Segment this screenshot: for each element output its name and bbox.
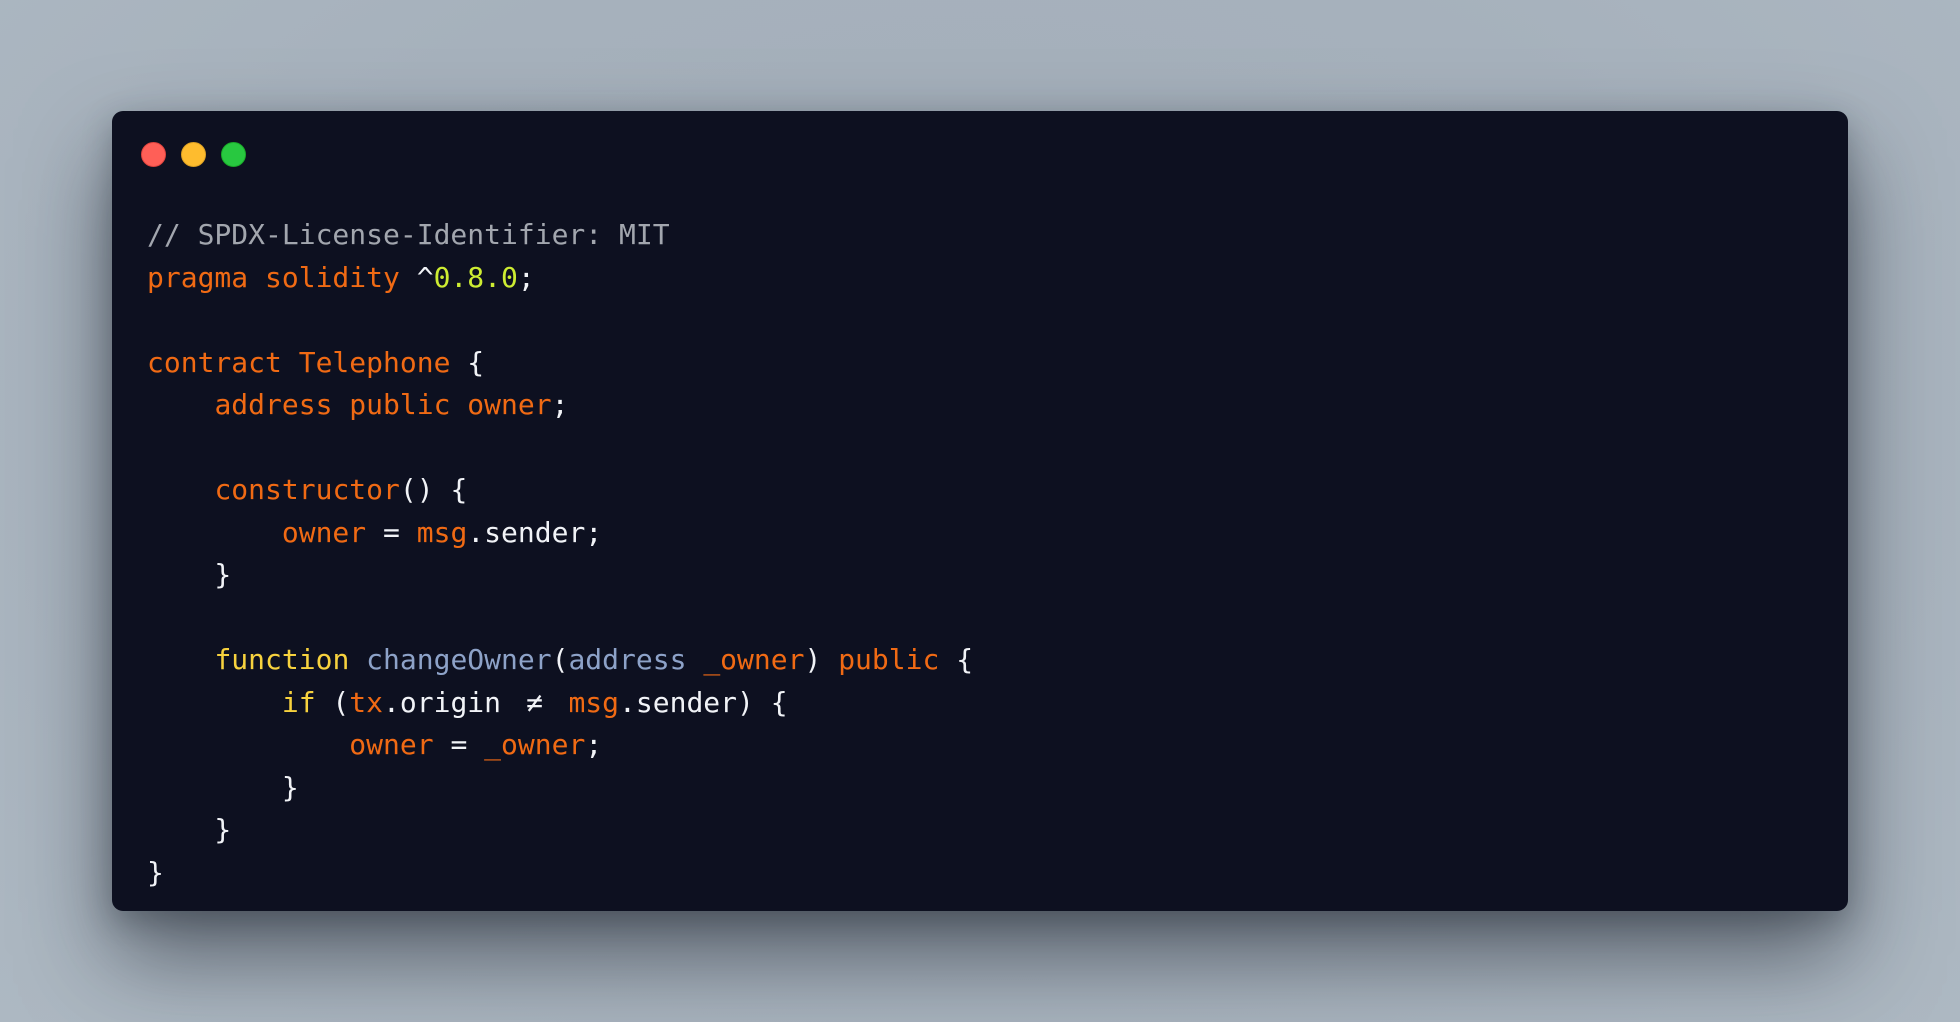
code-line: } bbox=[147, 554, 973, 597]
code-token: pragma solidity bbox=[147, 260, 417, 294]
code-line: // SPDX-License-Identifier: MIT bbox=[147, 214, 973, 257]
code-line: } bbox=[147, 767, 973, 810]
minimize-dot-icon[interactable] bbox=[181, 142, 206, 167]
code-token: address bbox=[568, 643, 687, 676]
code-token: { bbox=[467, 345, 485, 379]
code-token: msg bbox=[568, 685, 620, 719]
code-token: owner bbox=[349, 728, 434, 761]
code-token: contract Telephone bbox=[147, 345, 468, 379]
code-token: } bbox=[147, 813, 232, 846]
code-token: owner bbox=[281, 515, 367, 549]
code-token: } bbox=[147, 855, 164, 889]
not-equal-operator: ≠ bbox=[526, 685, 544, 719]
code-line: } bbox=[147, 809, 973, 852]
window-controls bbox=[141, 142, 246, 167]
code-token: ; bbox=[517, 260, 535, 294]
code-token: ; bbox=[585, 728, 603, 761]
code-token: } bbox=[147, 770, 299, 804]
code-token: msg bbox=[416, 515, 468, 549]
code-line: owner = msg.sender; bbox=[147, 512, 973, 555]
code-token: ; bbox=[551, 388, 569, 421]
code-line: } bbox=[147, 852, 973, 895]
code-token: } bbox=[147, 558, 232, 591]
code-window: // SPDX-License-Identifier: MIT pragma so… bbox=[112, 111, 1848, 911]
code-token: function bbox=[214, 643, 350, 676]
code-token: ^ bbox=[416, 260, 434, 294]
code-token: // SPDX-License-Identifier: MIT bbox=[147, 218, 670, 251]
code-block: // SPDX-License-Identifier: MIT pragma so… bbox=[147, 214, 973, 894]
code-line: address public owner; bbox=[147, 384, 973, 427]
code-token: = bbox=[433, 728, 485, 761]
code-line: owner = _owner; bbox=[147, 724, 973, 767]
code-line: contract Telephone { bbox=[147, 342, 973, 385]
code-token: ( bbox=[551, 643, 569, 676]
code-line: if (tx.origin ≠ msg.sender) { bbox=[147, 682, 973, 725]
code-token: tx bbox=[349, 685, 384, 719]
code-line: constructor() { bbox=[147, 469, 973, 512]
code-token: .origin bbox=[383, 685, 518, 719]
code-token: ( bbox=[315, 685, 350, 719]
code-line: pragma solidity ^0.8.0; bbox=[147, 257, 973, 300]
code-token: _owner bbox=[703, 643, 805, 676]
code-token: () { bbox=[399, 473, 468, 506]
code-token: public bbox=[838, 643, 940, 676]
code-token: address public owner bbox=[214, 388, 552, 421]
maximize-dot-icon[interactable] bbox=[221, 142, 246, 167]
code-token: if bbox=[281, 685, 316, 719]
code-token: changeOwner bbox=[366, 643, 552, 676]
code-token: 0.8.0 bbox=[433, 260, 518, 294]
code-token: = bbox=[366, 515, 417, 549]
code-token: { bbox=[939, 643, 974, 676]
code-token: .sender; bbox=[467, 515, 603, 549]
code-line: function changeOwner(address _owner) pub… bbox=[147, 639, 973, 682]
code-token: _owner bbox=[484, 728, 586, 761]
code-token: .sender) { bbox=[619, 685, 788, 719]
code-token: ) bbox=[804, 643, 839, 676]
code-token: constructor bbox=[214, 473, 400, 506]
close-dot-icon[interactable] bbox=[141, 142, 166, 167]
